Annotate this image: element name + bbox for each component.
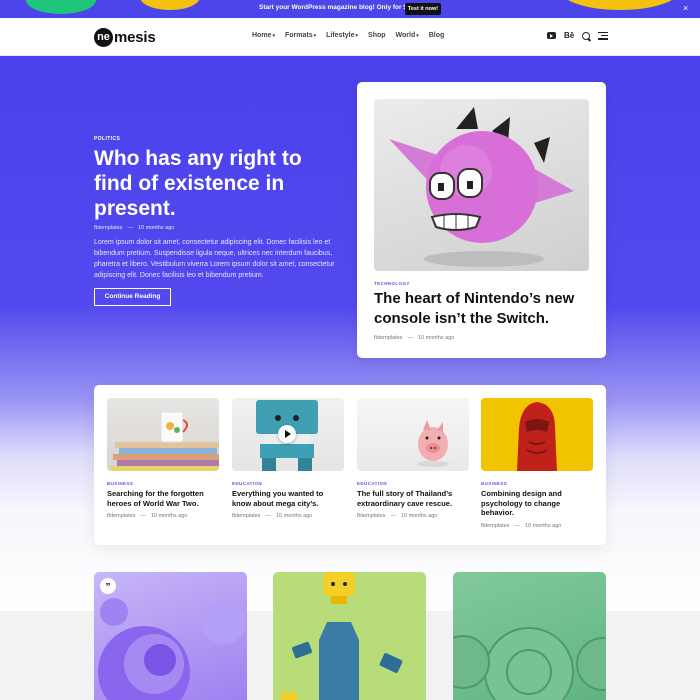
featured-title[interactable]: The heart of Nintendo’s new console isn’… <box>374 289 594 329</box>
featured-post-card[interactable]: TECHNOLOGY The heart of Nintendo’s new c… <box>357 82 606 358</box>
main-nav: Home Formats Lifestyle Shop World Blog <box>252 32 444 39</box>
featured-author[interactable]: fbtemplates <box>374 335 402 341</box>
announcement-bar: Start your WordPress magazine blog! Only… <box>0 0 700 18</box>
hero-title[interactable]: Who has any right to find of existence i… <box>94 146 344 221</box>
header-icons: Bē <box>547 31 609 40</box>
article-image-books[interactable] <box>107 398 219 471</box>
logo-text: mesis <box>114 28 156 46</box>
nav-item-blog[interactable]: Blog <box>429 32 445 39</box>
article-title[interactable]: Everything you wanted to know about mega… <box>232 489 344 508</box>
article-category[interactable]: EDUCATION <box>232 481 344 486</box>
site-logo[interactable]: ne mesis <box>94 27 156 47</box>
article-image-piggy-bank[interactable] <box>357 398 469 471</box>
hero-time: 10 months ago <box>137 225 175 231</box>
article-card[interactable]: EDUCATION The full story of Thailand’s e… <box>357 398 469 519</box>
nav-item-shop[interactable]: Shop <box>368 32 386 39</box>
article-meta: fbtemplates —10 months ago <box>107 513 188 519</box>
menu-icon[interactable] <box>598 31 609 40</box>
logo-mark: ne <box>94 27 113 47</box>
article-category[interactable]: BUSINESS <box>481 481 593 486</box>
nav-item-lifestyle[interactable]: Lifestyle <box>326 32 358 39</box>
article-category[interactable]: EDUCATION <box>357 481 469 486</box>
article-meta: fbtemplates —10 months ago <box>232 513 313 519</box>
article-title[interactable]: The full story of Thailand’s extraordina… <box>357 489 469 508</box>
site-header: ne mesis Home Formats Lifestyle Shop Wor… <box>0 18 700 56</box>
decorative-blob <box>140 0 200 10</box>
hero-category[interactable]: POLITICS <box>94 136 120 142</box>
continue-reading-button[interactable]: Continue Reading <box>94 288 171 306</box>
nav-item-home[interactable]: Home <box>252 32 275 39</box>
article-image-red-sculpture[interactable] <box>481 398 593 471</box>
article-title[interactable]: Searching for the forgotten heroes of Wo… <box>107 489 219 508</box>
decorative-blob <box>560 0 680 10</box>
hero-meta: fbtemplates —10 months ago <box>94 225 175 231</box>
announcement-text: Start your WordPress magazine blog! Only… <box>259 4 415 11</box>
search-icon[interactable] <box>582 31 591 40</box>
play-icon[interactable] <box>278 425 296 443</box>
post-tile-lego-figure[interactable] <box>273 572 426 700</box>
article-row: BUSINESS Searching for the forgotten her… <box>94 385 606 545</box>
article-title[interactable]: Combining design and psychology to chang… <box>481 489 593 518</box>
youtube-icon[interactable] <box>547 32 556 39</box>
article-card[interactable]: EDUCATION Everything you wanted to know … <box>232 398 344 519</box>
featured-meta: fbtemplates —10 months ago <box>374 335 455 341</box>
featured-time: 10 months ago <box>417 335 455 341</box>
behance-icon[interactable]: Bē <box>564 31 574 40</box>
nav-item-formats[interactable]: Formats <box>285 32 316 39</box>
post-tile-green-spheres[interactable] <box>453 572 606 700</box>
article-meta: fbtemplates —10 months ago <box>357 513 438 519</box>
post-tile-purple-abstract[interactable]: ” <box>94 572 247 700</box>
decorative-blob <box>26 0 96 14</box>
article-card[interactable]: BUSINESS Searching for the forgotten her… <box>107 398 219 519</box>
test-it-now-button[interactable]: Test it now! <box>405 3 441 15</box>
article-meta: fbtemplates —10 months ago <box>481 522 562 529</box>
hero-excerpt: Lorem ipsum dolor sit amet, consectetur … <box>94 239 335 279</box>
hero-author[interactable]: fbtemplates <box>94 225 122 231</box>
article-card[interactable]: BUSINESS Combining design and psychology… <box>481 398 593 529</box>
featured-image-pink-monster[interactable] <box>374 99 589 271</box>
quote-icon: ” <box>100 578 116 594</box>
nav-item-world[interactable]: World <box>396 32 419 39</box>
article-category[interactable]: BUSINESS <box>107 481 219 486</box>
close-icon[interactable]: × <box>683 3 688 13</box>
featured-category[interactable]: TECHNOLOGY <box>374 281 410 286</box>
